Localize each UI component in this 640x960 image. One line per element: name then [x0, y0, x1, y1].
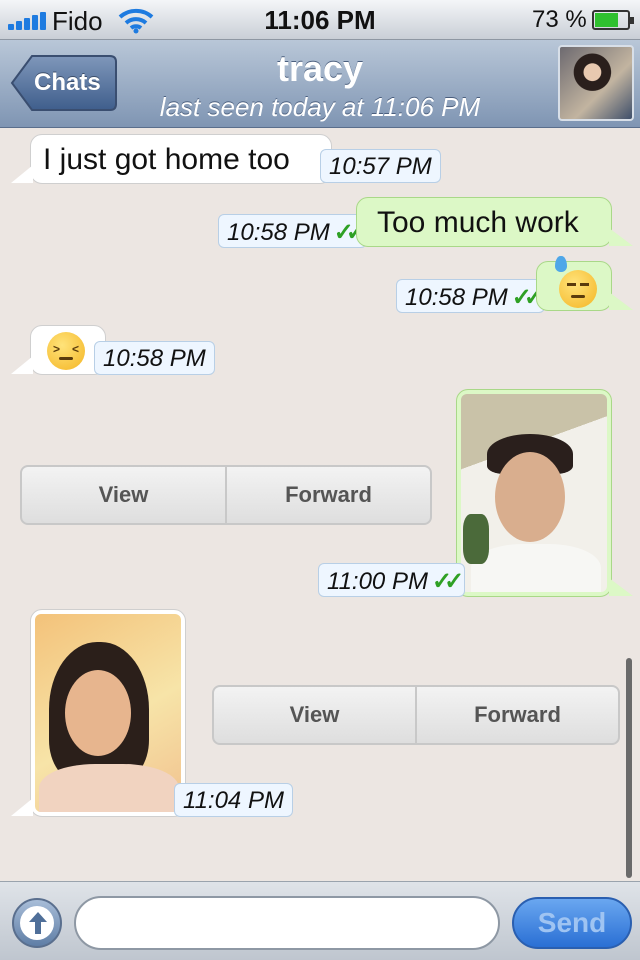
battery-icon — [592, 10, 634, 30]
media-action-bar: View Forward — [20, 465, 432, 525]
confounded-emoji-icon: > < — [47, 332, 85, 370]
read-check-icon: ✓✓ — [431, 568, 464, 595]
media-bubble-incoming[interactable] — [11, 609, 186, 817]
message-timestamp: 10:58 PM ✓✓ — [218, 214, 367, 248]
back-button[interactable]: Chats — [10, 54, 118, 112]
last-seen-status: last seen today at 11:06 PM — [159, 92, 481, 122]
status-bar: Fido 11:06 PM 73 % — [0, 0, 640, 40]
read-check-icon: ✓✓ — [333, 219, 366, 246]
media-bubble-outgoing[interactable] — [456, 389, 633, 597]
message-bubble-incoming[interactable]: I just got home too — [11, 134, 332, 184]
contact-name[interactable]: tracy — [140, 48, 500, 90]
message-text: I just got home too — [43, 143, 290, 176]
sent-photo[interactable] — [461, 394, 607, 592]
view-button[interactable]: View — [214, 687, 415, 743]
message-timestamp: 11:00 PM ✓✓ — [318, 563, 466, 597]
message-bubble-outgoing[interactable] — [536, 256, 633, 311]
message-text: Too much work — [377, 206, 579, 239]
compose-bar: Send — [0, 881, 640, 960]
attach-button[interactable] — [12, 898, 62, 948]
battery-percent: 73 % — [532, 6, 587, 33]
upload-arrow-icon — [29, 912, 47, 934]
read-check-icon: ✓✓ — [511, 284, 544, 311]
view-button[interactable]: View — [22, 467, 225, 523]
message-list[interactable]: I just got home too 10:57 PM 10:58 PM ✓✓ … — [0, 129, 640, 881]
forward-button[interactable]: Forward — [415, 687, 618, 743]
chat-header: Chats tracy last seen today at 11:06 PM — [0, 40, 640, 128]
message-bubble-outgoing[interactable]: Too much work — [356, 197, 633, 247]
message-input[interactable] — [74, 896, 500, 950]
message-timestamp: 10:58 PM ✓✓ — [396, 279, 545, 313]
received-photo[interactable] — [35, 614, 181, 812]
message-timestamp: 11:04 PM — [174, 783, 293, 817]
cold-sweat-emoji-icon — [555, 256, 597, 308]
forward-button[interactable]: Forward — [225, 467, 430, 523]
message-timestamp: 10:58 PM — [94, 341, 215, 375]
message-timestamp: 10:57 PM — [320, 149, 441, 183]
scrollbar[interactable] — [626, 658, 632, 878]
media-action-bar: View Forward — [212, 685, 620, 745]
send-button[interactable]: Send — [512, 897, 632, 949]
contact-avatar[interactable] — [558, 45, 634, 121]
back-button-label: Chats — [34, 69, 101, 96]
